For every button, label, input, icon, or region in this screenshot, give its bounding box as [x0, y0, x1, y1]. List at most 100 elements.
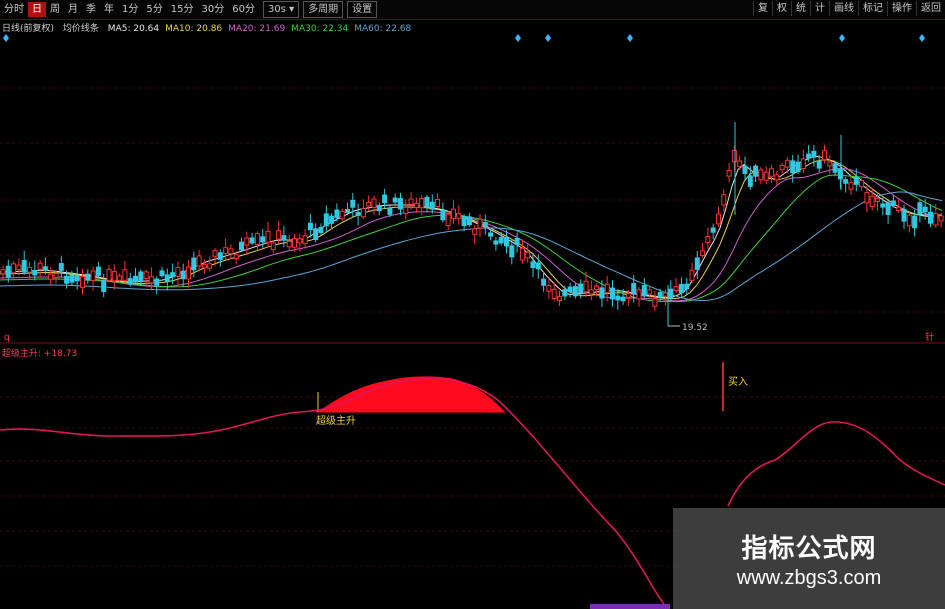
watermark: 指标公式网 www.zbgs3.com: [673, 508, 945, 609]
candle-body: [663, 292, 668, 297]
candle-body: [657, 291, 663, 298]
candle-body: [758, 169, 764, 181]
candle-body: [64, 275, 70, 284]
candle-body: [726, 169, 732, 177]
candle-body: [456, 213, 462, 219]
candle-body: [466, 216, 472, 226]
candle-body: [742, 165, 748, 174]
candle-body: [557, 296, 562, 302]
candle-body: [806, 153, 812, 159]
candle-body: [832, 163, 838, 173]
candle-body: [737, 160, 743, 167]
candle-body: [329, 215, 335, 224]
candle-body: [482, 222, 488, 227]
signal-marker: [627, 34, 633, 42]
candle-body: [689, 269, 695, 281]
candle-body: [684, 283, 690, 290]
candle-body: [48, 273, 54, 280]
candle-body: [276, 230, 282, 240]
candle-body: [822, 150, 827, 161]
candle-body: [143, 271, 149, 280]
candle-body: [504, 237, 509, 247]
candle-body: [827, 161, 833, 167]
candle-body: [408, 198, 414, 205]
candle-body: [912, 215, 918, 229]
candle-body: [583, 280, 589, 293]
candle-body: [148, 276, 154, 284]
candle-body: [101, 280, 107, 292]
signal-marker: [919, 34, 925, 42]
watermark-title: 指标公式网: [741, 533, 877, 564]
candle-body: [896, 206, 902, 211]
candle-body: [901, 208, 907, 222]
candle-body: [382, 194, 388, 204]
candle-body: [694, 257, 700, 270]
watermark-url: www.zbgs3.com: [736, 566, 882, 589]
candle-body: [53, 273, 59, 279]
candle-body: [620, 296, 626, 302]
candle-body: [196, 255, 202, 267]
candle-body: [69, 274, 75, 283]
candle-body: [27, 266, 32, 273]
candle-body: [111, 271, 117, 282]
candle-body: [498, 237, 504, 244]
sub-indicator-label: 超级主升: +18.73: [2, 349, 78, 359]
candle-body: [610, 287, 615, 300]
candle-body: [424, 196, 430, 208]
candle-body: [700, 250, 706, 256]
candle-body: [753, 165, 759, 177]
candle-body: [928, 211, 933, 224]
candle-body: [625, 292, 631, 298]
signal-marker: [515, 34, 521, 42]
candle-body: [668, 288, 674, 299]
candle-body: [906, 214, 912, 227]
candle-body: [445, 213, 451, 226]
candle-body: [779, 164, 785, 171]
candle-body: [85, 273, 91, 281]
candle-body: [16, 264, 22, 271]
candle-body: [917, 202, 923, 215]
candle-body: [938, 215, 944, 222]
candle-body: [339, 210, 345, 220]
candle-body: [127, 278, 133, 285]
candle-body: [392, 197, 398, 203]
low-price-label: 19.52: [682, 323, 708, 333]
candle-body: [159, 270, 165, 277]
candle-body: [21, 260, 27, 273]
candle-body: [191, 257, 197, 271]
candle-body: [32, 269, 38, 276]
candle-body: [429, 201, 435, 210]
candle-body: [249, 237, 255, 244]
candle-body: [588, 289, 594, 295]
candle-body: [228, 248, 234, 255]
candle-body: [716, 213, 721, 225]
candle-body: [615, 295, 621, 301]
candle-body: [816, 160, 822, 169]
candle-body: [244, 237, 250, 246]
candle-body: [848, 182, 854, 190]
candle-body: [170, 272, 176, 278]
candle-body: [122, 269, 128, 281]
candle-body: [0, 269, 6, 275]
candle-body: [398, 198, 403, 210]
candle-body: [180, 270, 186, 280]
signal-annotation: 超级主升: [316, 414, 356, 427]
candle-body: [281, 235, 287, 241]
candle-body: [318, 226, 324, 234]
candle-body: [636, 289, 642, 300]
bottom-strip: [590, 604, 670, 609]
candle-body: [11, 263, 17, 274]
candle-body: [678, 283, 684, 294]
candle-body: [74, 274, 80, 282]
candle-body: [769, 168, 774, 177]
candle-body: [207, 263, 213, 269]
candle-body: [37, 262, 43, 270]
candle-body: [562, 289, 568, 297]
candle-body: [885, 202, 891, 215]
candle-body: [594, 285, 600, 291]
candle-body: [334, 209, 340, 219]
candle-body: [223, 247, 229, 254]
candle-body: [514, 238, 520, 245]
candle-body: [307, 222, 313, 231]
candle-body: [419, 197, 425, 209]
